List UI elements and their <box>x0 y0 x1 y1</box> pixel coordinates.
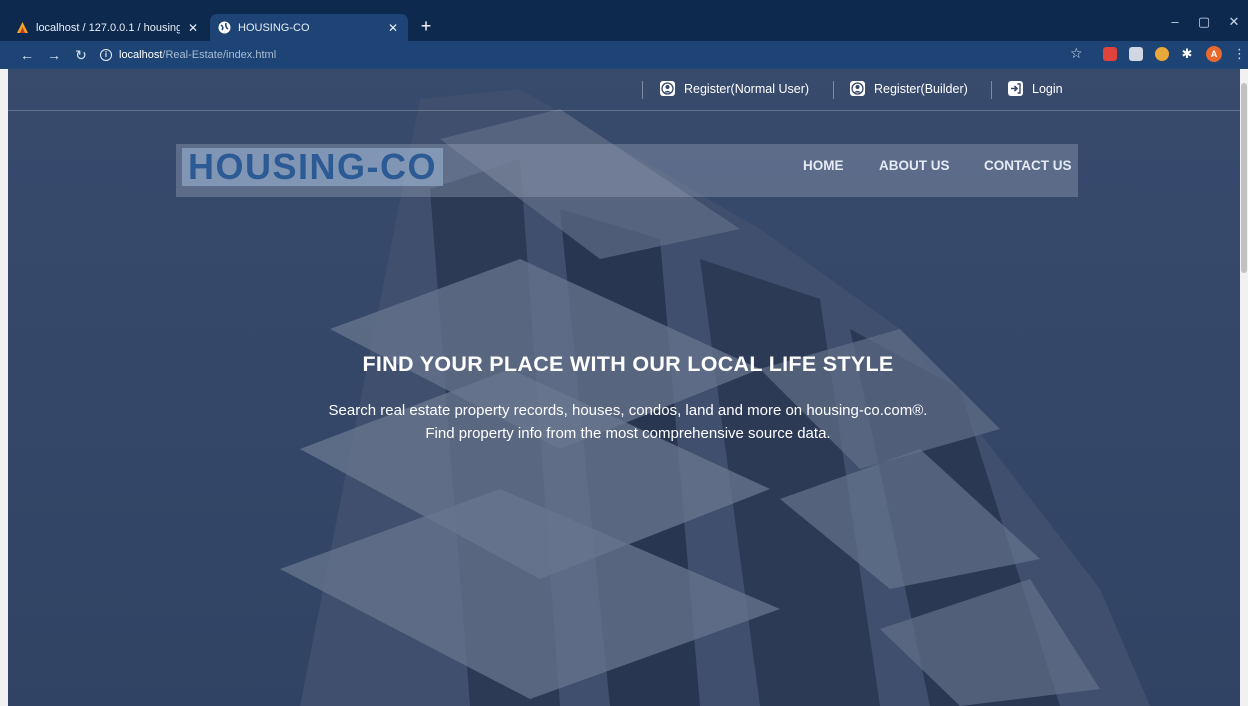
reload-icon[interactable]: ↻ <box>72 46 90 64</box>
forward-icon[interactable]: → <box>45 46 63 64</box>
browser-tab-bar: localhost / 127.0.0.1 / housing-co ✕ HOU… <box>0 0 1248 41</box>
profile-avatar[interactable]: A <box>1206 46 1222 62</box>
hero-section: Register(Normal User) Register(Builder) … <box>0 69 1248 706</box>
register-normal-user-link[interactable]: Register(Normal User) <box>660 81 809 96</box>
browser-toolbar: ← → ↻ i localhost/Real-Estate/index.html… <box>0 41 1248 69</box>
divider <box>833 81 834 99</box>
hero-subtitle-line-1: Search real estate property records, hou… <box>328 402 928 419</box>
page-left-edge <box>0 69 8 706</box>
register-builder-label: Register(Builder) <box>874 81 968 96</box>
user-circle-icon <box>660 81 675 96</box>
divider <box>991 81 992 99</box>
puzzle-icon[interactable]: ✱ <box>1180 47 1194 61</box>
tab-housing-co[interactable]: HOUSING-CO ✕ <box>210 14 408 41</box>
info-icon[interactable]: i <box>100 49 112 61</box>
tab-title: localhost / 127.0.0.1 / housing-co <box>36 21 180 34</box>
divider <box>642 81 643 99</box>
globe-icon <box>218 21 231 34</box>
hero-title: FIND YOUR PLACE WITH OUR LOCAL LIFE STYL… <box>362 352 894 376</box>
close-tab-icon[interactable]: ✕ <box>186 21 200 35</box>
register-normal-user-label: Register(Normal User) <box>684 81 810 96</box>
register-builder-link[interactable]: Register(Builder) <box>850 81 968 96</box>
address-bar[interactable]: i localhost/Real-Estate/index.html <box>100 45 1160 65</box>
close-window-icon[interactable]: ✕ <box>1224 14 1244 30</box>
url-path: /Real-Estate/index.html <box>162 49 277 61</box>
scrollbar-thumb[interactable] <box>1241 83 1247 273</box>
url-host: localhost <box>119 49 163 61</box>
minimize-icon[interactable]: – <box>1165 14 1185 29</box>
maximize-icon[interactable]: ▢ <box>1194 14 1214 30</box>
menu-icon[interactable]: ⋮ <box>1233 46 1246 62</box>
phpmyadmin-icon <box>16 21 29 34</box>
user-circle-icon <box>850 81 865 96</box>
nav-contact-us-link[interactable]: CONTACT US <box>984 158 1072 173</box>
nav-home-link[interactable]: HOME <box>803 158 844 173</box>
top-utility-bar: Register(Normal User) Register(Builder) … <box>8 69 1240 111</box>
hero-subtitle: Search real estate property records, hou… <box>0 399 1248 445</box>
sign-in-icon <box>1008 81 1023 96</box>
login-link[interactable]: Login <box>1008 81 1063 96</box>
back-icon[interactable]: ← <box>18 46 36 64</box>
close-tab-icon[interactable]: ✕ <box>386 21 400 35</box>
bookmark-star-icon[interactable]: ☆ <box>1070 45 1083 62</box>
nav-about-us-link[interactable]: ABOUT US <box>879 158 950 173</box>
tab-phpmyadmin[interactable]: localhost / 127.0.0.1 / housing-co ✕ <box>8 14 208 41</box>
page-scrollbar[interactable] <box>1240 69 1248 706</box>
main-navbar: HOUSING-CO HOME ABOUT US CONTACT US <box>176 144 1078 197</box>
tab-title: HOUSING-CO <box>238 21 310 34</box>
new-tab-icon[interactable]: + <box>416 16 436 36</box>
extension-icon[interactable] <box>1103 47 1117 61</box>
login-label: Login <box>1032 81 1063 96</box>
cookie-extension-icon[interactable] <box>1155 47 1169 61</box>
hero-subtitle-line-2: Find property info from the most compreh… <box>425 425 831 442</box>
site-logo[interactable]: HOUSING-CO <box>182 148 443 186</box>
extension-icon[interactable] <box>1129 47 1143 61</box>
